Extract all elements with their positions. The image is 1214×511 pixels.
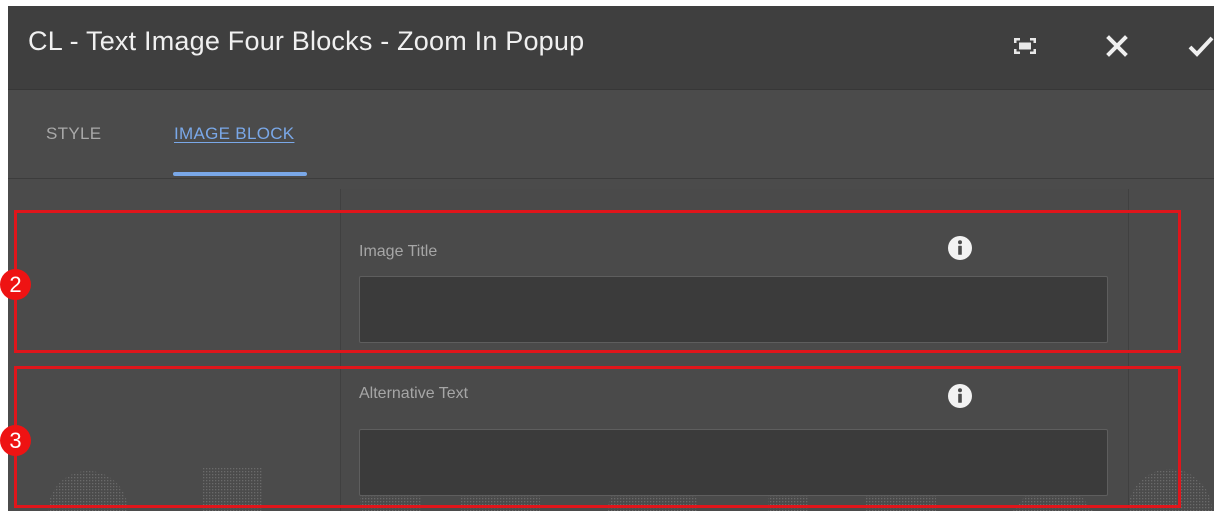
checkmark-icon (1188, 36, 1214, 57)
info-icon[interactable] (947, 383, 973, 409)
alternative-text-label: Alternative Text (359, 385, 469, 402)
dialog: CL - Text Image Four Blocks - Zoom In Po… (8, 6, 1214, 511)
dialog-header: CL - Text Image Four Blocks - Zoom In Po… (8, 6, 1214, 90)
tab-image-block[interactable]: IMAGE BLOCK (174, 124, 294, 144)
annotation-marker-3: 3 (0, 425, 31, 456)
fullscreen-button[interactable] (1010, 28, 1040, 64)
close-icon (1106, 35, 1128, 57)
dialog-title: CL - Text Image Four Blocks - Zoom In Po… (28, 26, 585, 56)
annotation-marker-2: 2 (0, 269, 31, 300)
tab-bar: STYLE IMAGE BLOCK (8, 90, 1214, 179)
tab-content: Image Title Alternative Text (8, 179, 1214, 511)
image-title-input[interactable] (359, 276, 1108, 343)
close-button[interactable] (1102, 28, 1132, 64)
active-tab-indicator (173, 172, 307, 176)
fullscreen-icon (1014, 38, 1036, 54)
tab-style[interactable]: STYLE (46, 124, 101, 144)
done-button[interactable] (1186, 28, 1214, 64)
info-icon[interactable] (947, 235, 973, 261)
image-title-label: Image Title (359, 243, 438, 260)
alternative-text-input[interactable] (359, 429, 1108, 496)
